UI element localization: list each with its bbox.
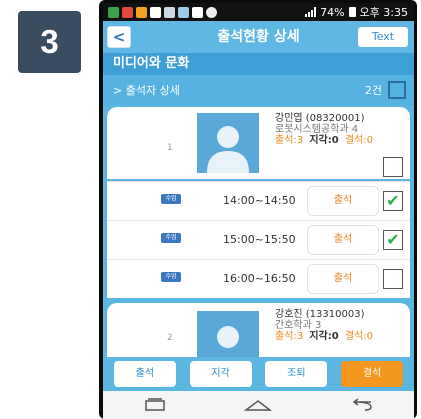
student-stats: 출석:3 지각:0 결석:0: [275, 331, 376, 342]
student-name: 강호진 (13310003): [275, 309, 365, 320]
status-right: 74% 오후 3:35: [305, 4, 408, 20]
phone-frame: 74% 오후 3:35 출석현황 상세 < Text 미디어와 문화 > 출석자…: [99, 0, 417, 419]
student-department: 간호학과 3: [275, 320, 322, 331]
student-name: 강민엽 (08320001): [275, 113, 365, 124]
notification-icons: [108, 6, 217, 18]
attendee-count: 2건: [364, 84, 382, 97]
attendee-detail-label: > 출석자 상세: [113, 84, 180, 97]
student-checkbox[interactable]: [383, 157, 403, 177]
session-time: 15:00~15:50: [223, 233, 296, 246]
session-checkbox[interactable]: [383, 269, 403, 289]
lecture-icon: 수업: [161, 194, 181, 204]
student-card[interactable]: 2 강호진 (13310003) 간호학과 3 출석:3 지각:0 결석:0: [107, 303, 410, 357]
session-row: 수업 15:00~15:50 출석 ✔: [107, 220, 410, 259]
notification-icon: [136, 6, 147, 18]
student-info: 강민엽 (08320001) 로봇시스템공학과 4 출석:3 지각:0 결석:0: [275, 113, 376, 146]
early-leave-button[interactable]: 조퇴: [265, 361, 328, 387]
back-arrow-icon[interactable]: [342, 395, 382, 415]
late-button[interactable]: 지각: [189, 361, 252, 387]
present-button[interactable]: 출석: [113, 361, 176, 387]
student-card[interactable]: 1 강민엽 (08320001) 로봇시스템공학과 4 출석:3 지각:0 결석…: [107, 107, 410, 179]
step-number-badge: 3: [18, 11, 81, 73]
session-time: 14:00~14:50: [223, 194, 296, 207]
notification-icon: [178, 6, 189, 18]
action-bar: 출석 지각 조퇴 결석: [103, 357, 414, 391]
home-icon[interactable]: [238, 395, 278, 415]
absent-count: 결석:0: [344, 135, 374, 146]
attendance-status-button[interactable]: 출석: [307, 264, 379, 294]
attendee-list[interactable]: 1 강민엽 (08320001) 로봇시스템공학과 4 출석:3 지각:0 결석…: [103, 105, 414, 357]
app-screen: 74% 오후 3:35 출석현황 상세 < Text 미디어와 문화 > 출석자…: [103, 3, 414, 419]
notification-icon: [108, 6, 119, 18]
student-stats: 출석:3 지각:0 결석:0: [275, 135, 376, 146]
notification-icon: [122, 6, 133, 18]
title-bar: 출석현황 상세 < Text: [103, 21, 414, 53]
signal-icon: [305, 7, 317, 17]
notification-icon: [164, 6, 175, 18]
student-info: 강호진 (13310003) 간호학과 3 출석:3 지각:0 결석:0: [275, 309, 376, 342]
recent-apps-icon[interactable]: [135, 395, 175, 415]
alarm-icon: [206, 6, 217, 18]
absent-button[interactable]: 결석: [341, 361, 404, 387]
select-all-checkbox[interactable]: [388, 81, 406, 99]
absent-count: 결석:0: [344, 331, 374, 342]
status-bar: 74% 오후 3:35: [103, 3, 414, 21]
student-index: 2: [167, 333, 173, 343]
attendance-status-button[interactable]: 출석: [307, 186, 379, 216]
notification-icon: [150, 6, 161, 18]
course-title: 미디어와 문화: [103, 53, 414, 75]
back-button[interactable]: <: [107, 26, 131, 48]
attendee-detail-header: > 출석자 상세 2건: [103, 75, 414, 105]
clock: 오후 3:35: [359, 6, 408, 19]
late-count: 지각:0: [309, 135, 339, 146]
lecture-icon: 수업: [161, 233, 181, 243]
session-row: 수업 16:00~16:50 출석: [107, 259, 410, 298]
lecture-icon: 수업: [161, 272, 181, 282]
session-checkbox-checked[interactable]: ✔: [383, 191, 403, 211]
text-button[interactable]: Text: [358, 27, 408, 47]
student-department: 로봇시스템공학과 4: [275, 124, 359, 135]
battery-percent: 74%: [320, 5, 345, 19]
battery-icon: [348, 7, 356, 17]
notification-icon: [192, 6, 203, 18]
student-index: 1: [167, 143, 173, 153]
present-count: 출석:3: [275, 331, 304, 342]
step-number: 3: [40, 23, 59, 60]
late-count: 지각:0: [309, 331, 339, 342]
present-count: 출석:3: [275, 135, 304, 146]
session-time: 16:00~16:50: [223, 272, 296, 285]
avatar: [197, 113, 259, 173]
session-checkbox-checked[interactable]: ✔: [383, 230, 403, 250]
navigation-bar: [103, 391, 414, 419]
session-row: 수업 14:00~14:50 출석 ✔: [107, 181, 410, 220]
avatar: [197, 311, 259, 357]
attendance-status-button[interactable]: 출석: [307, 225, 379, 255]
